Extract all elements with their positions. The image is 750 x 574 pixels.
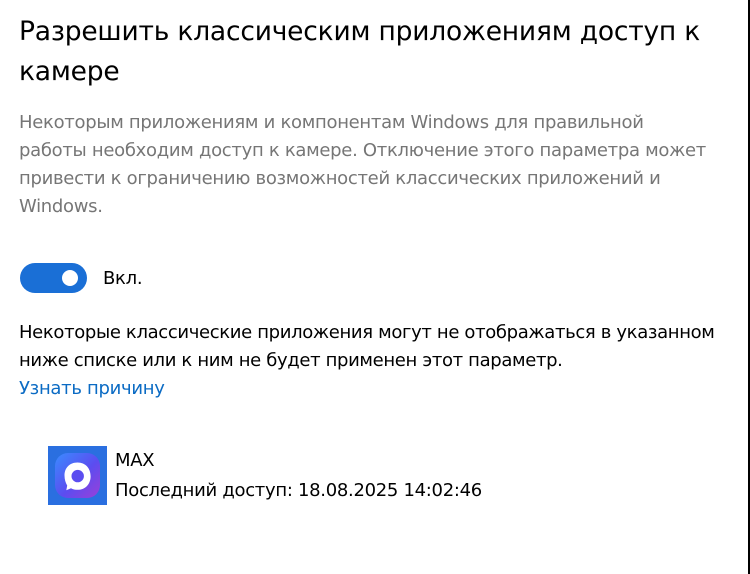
- settings-panel: Разрешить классическим приложениям досту…: [0, 0, 750, 574]
- app-info: MAX Последний доступ: 18.08.2025 14:02:4…: [115, 446, 482, 506]
- camera-access-toggle-row: Вкл.: [20, 263, 143, 293]
- app-name: MAX: [115, 450, 155, 471]
- learn-why-link[interactable]: Узнать причину: [19, 375, 165, 403]
- description-text: Некоторым приложениям и компонентам Wind…: [19, 112, 706, 217]
- max-messenger-icon: [48, 446, 107, 505]
- apps-note-text: Некоторые классические приложения могут …: [19, 322, 715, 371]
- toggle-state-label: Вкл.: [103, 267, 143, 289]
- toggle-knob: [62, 270, 78, 286]
- page-title: Разрешить классическим приложениям досту…: [19, 16, 701, 87]
- app-last-access: Последний доступ: 18.08.2025 14:02:46: [115, 480, 482, 501]
- camera-access-toggle[interactable]: [20, 263, 87, 293]
- app-list-item: MAX Последний доступ: 18.08.2025 14:02:4…: [48, 446, 482, 506]
